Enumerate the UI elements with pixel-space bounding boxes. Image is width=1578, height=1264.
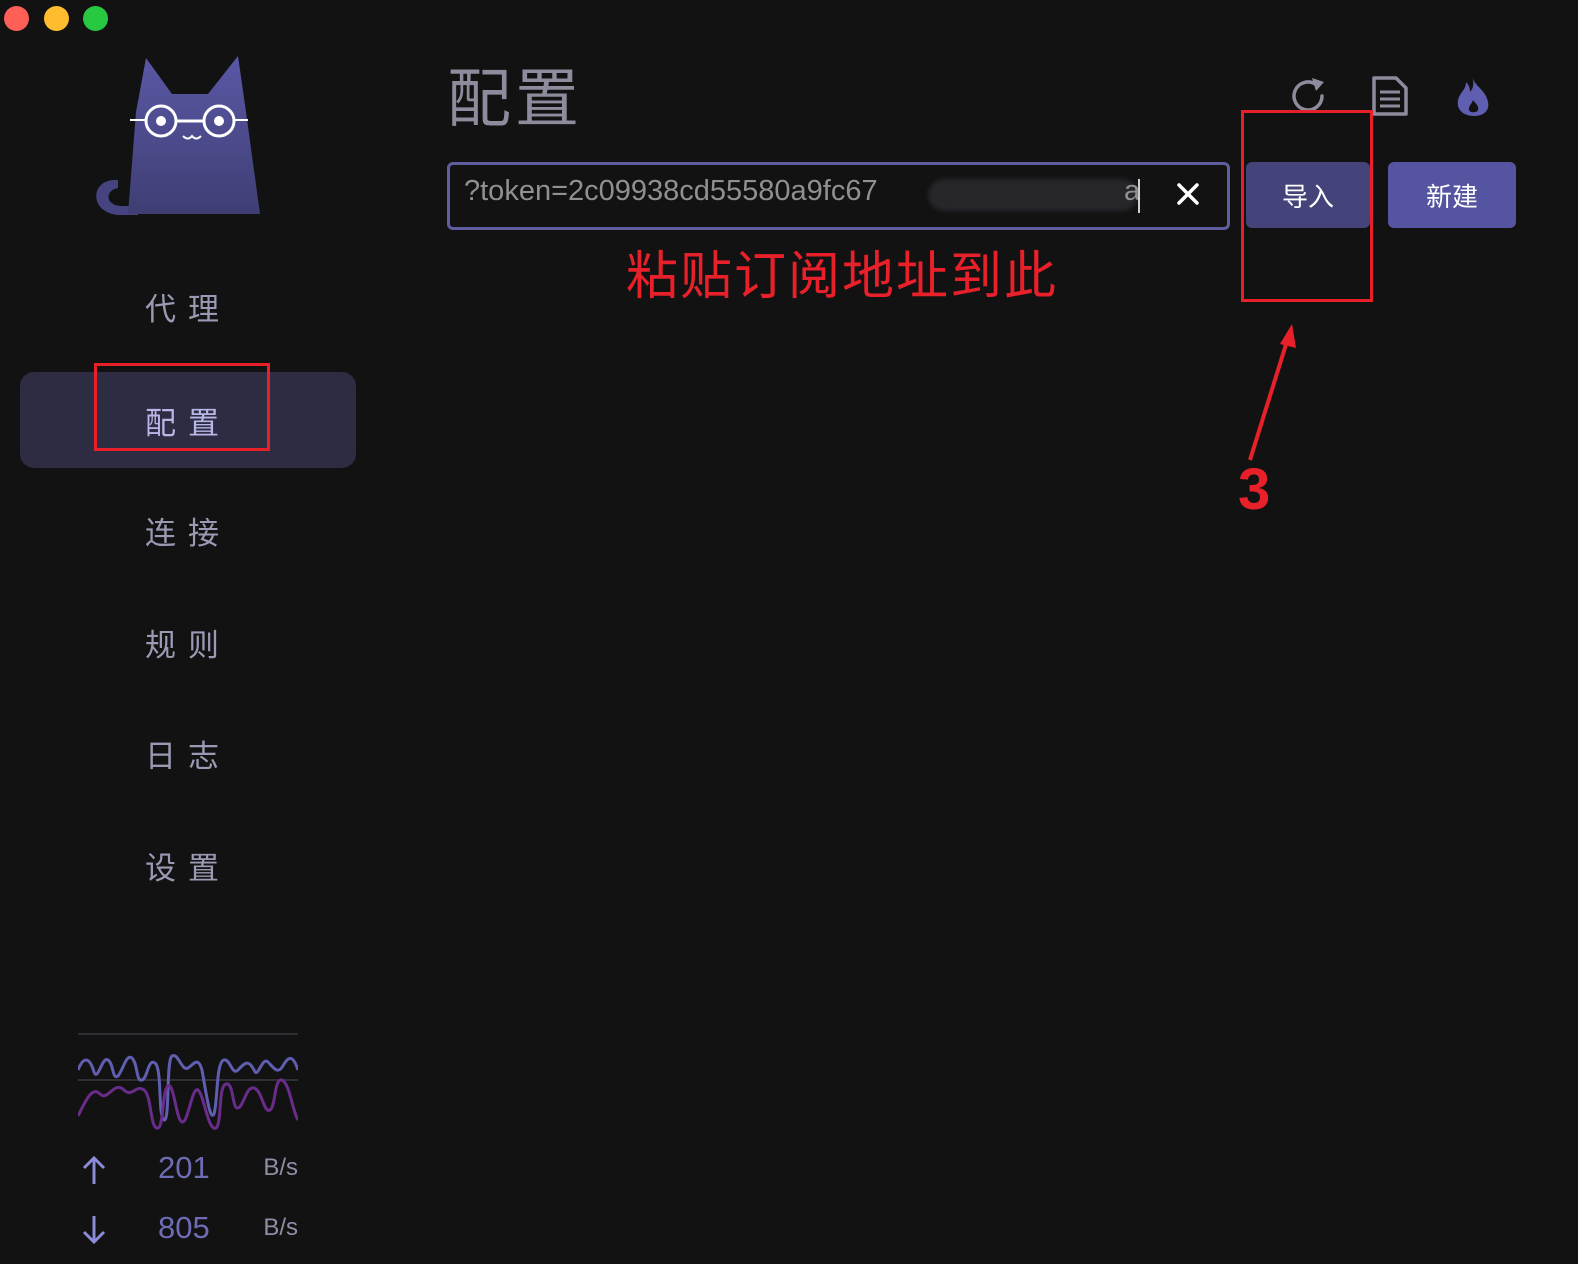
- new-profile-button[interactable]: 新建: [1388, 162, 1516, 228]
- traffic-graph: [78, 1054, 298, 1130]
- traffic-divider: [78, 1033, 298, 1035]
- upload-speed-row: 201 B/s: [78, 1150, 298, 1190]
- page-title: 配置: [447, 63, 583, 137]
- document-icon[interactable]: [1368, 74, 1412, 118]
- sidebar-item-logs[interactable]: 日志: [20, 705, 356, 801]
- annotation-box-profiles: [94, 363, 270, 451]
- download-speed-value: 805: [158, 1210, 210, 1245]
- sidebar-item-proxy[interactable]: 代理: [20, 258, 356, 354]
- sidebar-item-label: 连接: [145, 515, 231, 552]
- window-maximize-button[interactable]: [83, 6, 108, 31]
- upload-speed-unit: B/s: [263, 1154, 298, 1181]
- redacted-token-blur: [928, 179, 1138, 211]
- cat-logo-icon: [96, 56, 260, 215]
- upload-arrow-icon: [82, 1155, 106, 1184]
- annotation-step-number: 3: [1238, 457, 1271, 522]
- sidebar-item-label: 规则: [145, 627, 231, 664]
- text-caret: [1138, 179, 1140, 213]
- annotation-arrow-icon: [1248, 324, 1296, 461]
- sidebar-item-label: 代理: [145, 291, 231, 328]
- download-arrow-icon: [82, 1216, 106, 1245]
- annotation-paste-hint: 粘贴订阅地址到此: [626, 247, 1059, 307]
- sidebar-item-connections[interactable]: 连接: [20, 482, 356, 578]
- sidebar-item-settings[interactable]: 设置: [20, 817, 356, 913]
- window-close-button[interactable]: [4, 6, 29, 31]
- subscription-url-value: ?token=2c09938cd55580a9fc67: [464, 175, 878, 207]
- clear-input-icon[interactable]: [1171, 177, 1205, 211]
- download-speed-unit: B/s: [263, 1214, 298, 1241]
- download-speed-row: 805 B/s: [78, 1210, 298, 1250]
- sidebar-item-label: 日志: [145, 738, 231, 775]
- sidebar-item-label: 设置: [145, 850, 231, 887]
- sidebar-item-rules[interactable]: 规则: [20, 594, 356, 690]
- annotation-box-import: [1241, 110, 1373, 302]
- window-minimize-button[interactable]: [44, 6, 69, 31]
- subscription-url-field[interactable]: ?token=2c09938cd55580a9fc67 a: [447, 162, 1230, 230]
- app-window: 代理 配置 连接 规则 日志 设置 201 B/s 805 B/s 配置 ?to…: [0, 0, 1578, 1264]
- fire-icon[interactable]: [1452, 74, 1496, 118]
- upload-speed-value: 201: [158, 1150, 210, 1185]
